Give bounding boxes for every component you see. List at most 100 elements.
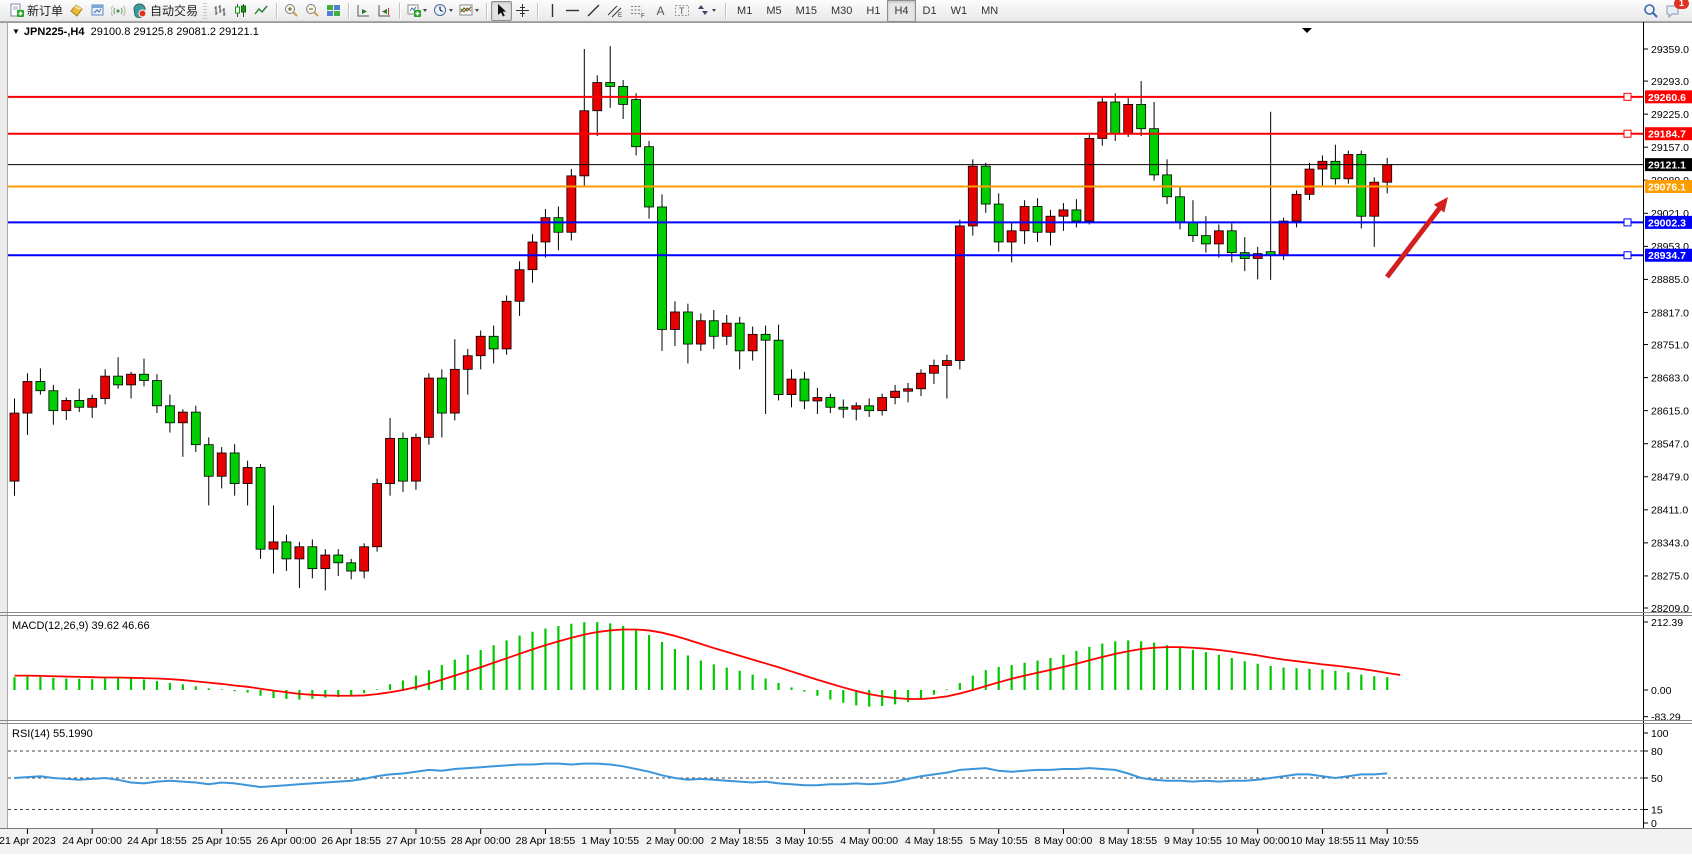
candlestick[interactable] [411, 437, 420, 481]
tab-timeframe-m5[interactable]: M5 [759, 0, 788, 22]
candlestick[interactable] [787, 379, 796, 395]
candlestick[interactable] [722, 323, 731, 336]
candlestick[interactable] [917, 373, 926, 389]
cursor-tool-button[interactable] [491, 1, 512, 21]
new-chart-button[interactable] [404, 1, 430, 21]
candlestick[interactable] [567, 176, 576, 232]
line-chart-button[interactable] [251, 1, 272, 21]
notifications-button[interactable]: 1 [1662, 1, 1684, 21]
text-tool-button[interactable]: A [650, 1, 671, 21]
market-watch-button[interactable] [66, 1, 87, 21]
candlestick[interactable] [437, 378, 446, 413]
candlestick[interactable] [489, 336, 498, 349]
candlestick[interactable] [1046, 216, 1055, 232]
candlestick[interactable] [230, 453, 239, 484]
candlestick[interactable] [852, 406, 861, 409]
vertical-line-tool-button[interactable] [542, 1, 562, 21]
candlestick[interactable] [1124, 104, 1133, 133]
candlestick[interactable] [1201, 236, 1210, 244]
candlestick[interactable] [23, 381, 32, 413]
candlestick[interactable] [114, 376, 123, 385]
candlestick[interactable] [632, 100, 641, 147]
candlestick[interactable] [424, 378, 433, 437]
line-handle[interactable] [1624, 252, 1631, 259]
candlestick[interactable] [968, 166, 977, 226]
candlestick[interactable] [1344, 154, 1353, 178]
candlestick[interactable] [191, 412, 200, 445]
candlestick[interactable] [619, 86, 628, 104]
candlestick[interactable] [10, 413, 19, 481]
text-label-tool-button[interactable]: T [671, 1, 693, 21]
candlestick[interactable] [140, 374, 149, 380]
candlestick[interactable] [127, 374, 136, 385]
candlestick[interactable] [347, 563, 356, 571]
candlestick[interactable] [554, 218, 563, 233]
line-handle[interactable] [1624, 219, 1631, 226]
tile-windows-button[interactable] [323, 1, 344, 21]
candlestick[interactable] [1357, 154, 1366, 216]
arrows-tool-button[interactable] [693, 1, 721, 21]
signals-button[interactable] [108, 1, 129, 21]
candlestick[interactable] [981, 166, 990, 204]
trendline-tool-button[interactable] [583, 1, 604, 21]
candlestick[interactable] [1007, 231, 1016, 242]
candlestick[interactable] [178, 412, 187, 423]
candlestick[interactable] [1227, 231, 1236, 253]
horizontal-line-tool-button[interactable] [562, 1, 583, 21]
candlestick[interactable] [502, 301, 511, 349]
chart-window[interactable]: ▼JPN225-,H4 29100.8 29125.8 29081.2 2912… [0, 22, 1692, 854]
candlestick[interactable] [217, 453, 226, 476]
candlestick[interactable] [1059, 210, 1068, 216]
candlestick[interactable] [334, 555, 343, 563]
candlestick[interactable] [670, 312, 679, 329]
tab-timeframe-mn[interactable]: MN [974, 0, 1005, 22]
candlestick[interactable] [269, 542, 278, 549]
candlestick[interactable] [839, 407, 848, 409]
candlestick[interactable] [1318, 161, 1327, 169]
candlestick[interactable] [1111, 102, 1120, 134]
candlestick[interactable] [308, 547, 317, 569]
search-button[interactable] [1640, 1, 1662, 21]
tab-timeframe-m15[interactable]: M15 [789, 0, 824, 22]
candlestick[interactable] [878, 398, 887, 411]
candlestick[interactable] [580, 111, 589, 176]
candlestick[interactable] [955, 226, 964, 361]
candlestick[interactable] [373, 484, 382, 547]
tab-timeframe-d1[interactable]: D1 [916, 0, 944, 22]
autotrade-button[interactable]: 自动交易 [129, 1, 201, 21]
tab-timeframe-m30[interactable]: M30 [824, 0, 859, 22]
candlestick[interactable] [243, 468, 252, 484]
candlestick-chart-button[interactable] [230, 1, 251, 21]
candlestick[interactable] [709, 321, 718, 337]
candlestick[interactable] [75, 400, 84, 407]
candlestick[interactable] [1292, 194, 1301, 221]
tab-timeframe-w1[interactable]: W1 [944, 0, 975, 22]
candlestick[interactable] [165, 406, 174, 423]
new-order-button[interactable]: 新订单 [6, 1, 66, 21]
zoom-in-button[interactable] [281, 1, 302, 21]
candlestick[interactable] [1331, 161, 1340, 178]
candlestick[interactable] [295, 547, 304, 559]
tab-timeframe-h4[interactable]: H4 [887, 0, 915, 22]
bar-chart-button[interactable] [209, 1, 230, 21]
candlestick[interactable] [152, 381, 161, 406]
tab-timeframe-h1[interactable]: H1 [859, 0, 887, 22]
candlestick[interactable] [645, 147, 654, 207]
candlestick[interactable] [1020, 206, 1029, 230]
candlestick[interactable] [1383, 165, 1392, 182]
candlestick[interactable] [1085, 138, 1094, 221]
candlestick[interactable] [1188, 223, 1197, 236]
candlestick[interactable] [942, 361, 951, 366]
auto-scroll-button[interactable] [353, 1, 374, 21]
candlestick[interactable] [1214, 231, 1223, 244]
candlestick[interactable] [541, 218, 550, 242]
candlestick[interactable] [49, 391, 58, 411]
candlestick[interactable] [774, 340, 783, 394]
equidistant-channel-tool-button[interactable]: E [604, 1, 627, 21]
candlestick[interactable] [761, 334, 770, 340]
candlestick[interactable] [321, 555, 330, 569]
candlestick[interactable] [1033, 206, 1042, 232]
candlestick[interactable] [1176, 197, 1185, 223]
candlestick[interactable] [1137, 104, 1146, 128]
candlestick[interactable] [282, 542, 291, 559]
